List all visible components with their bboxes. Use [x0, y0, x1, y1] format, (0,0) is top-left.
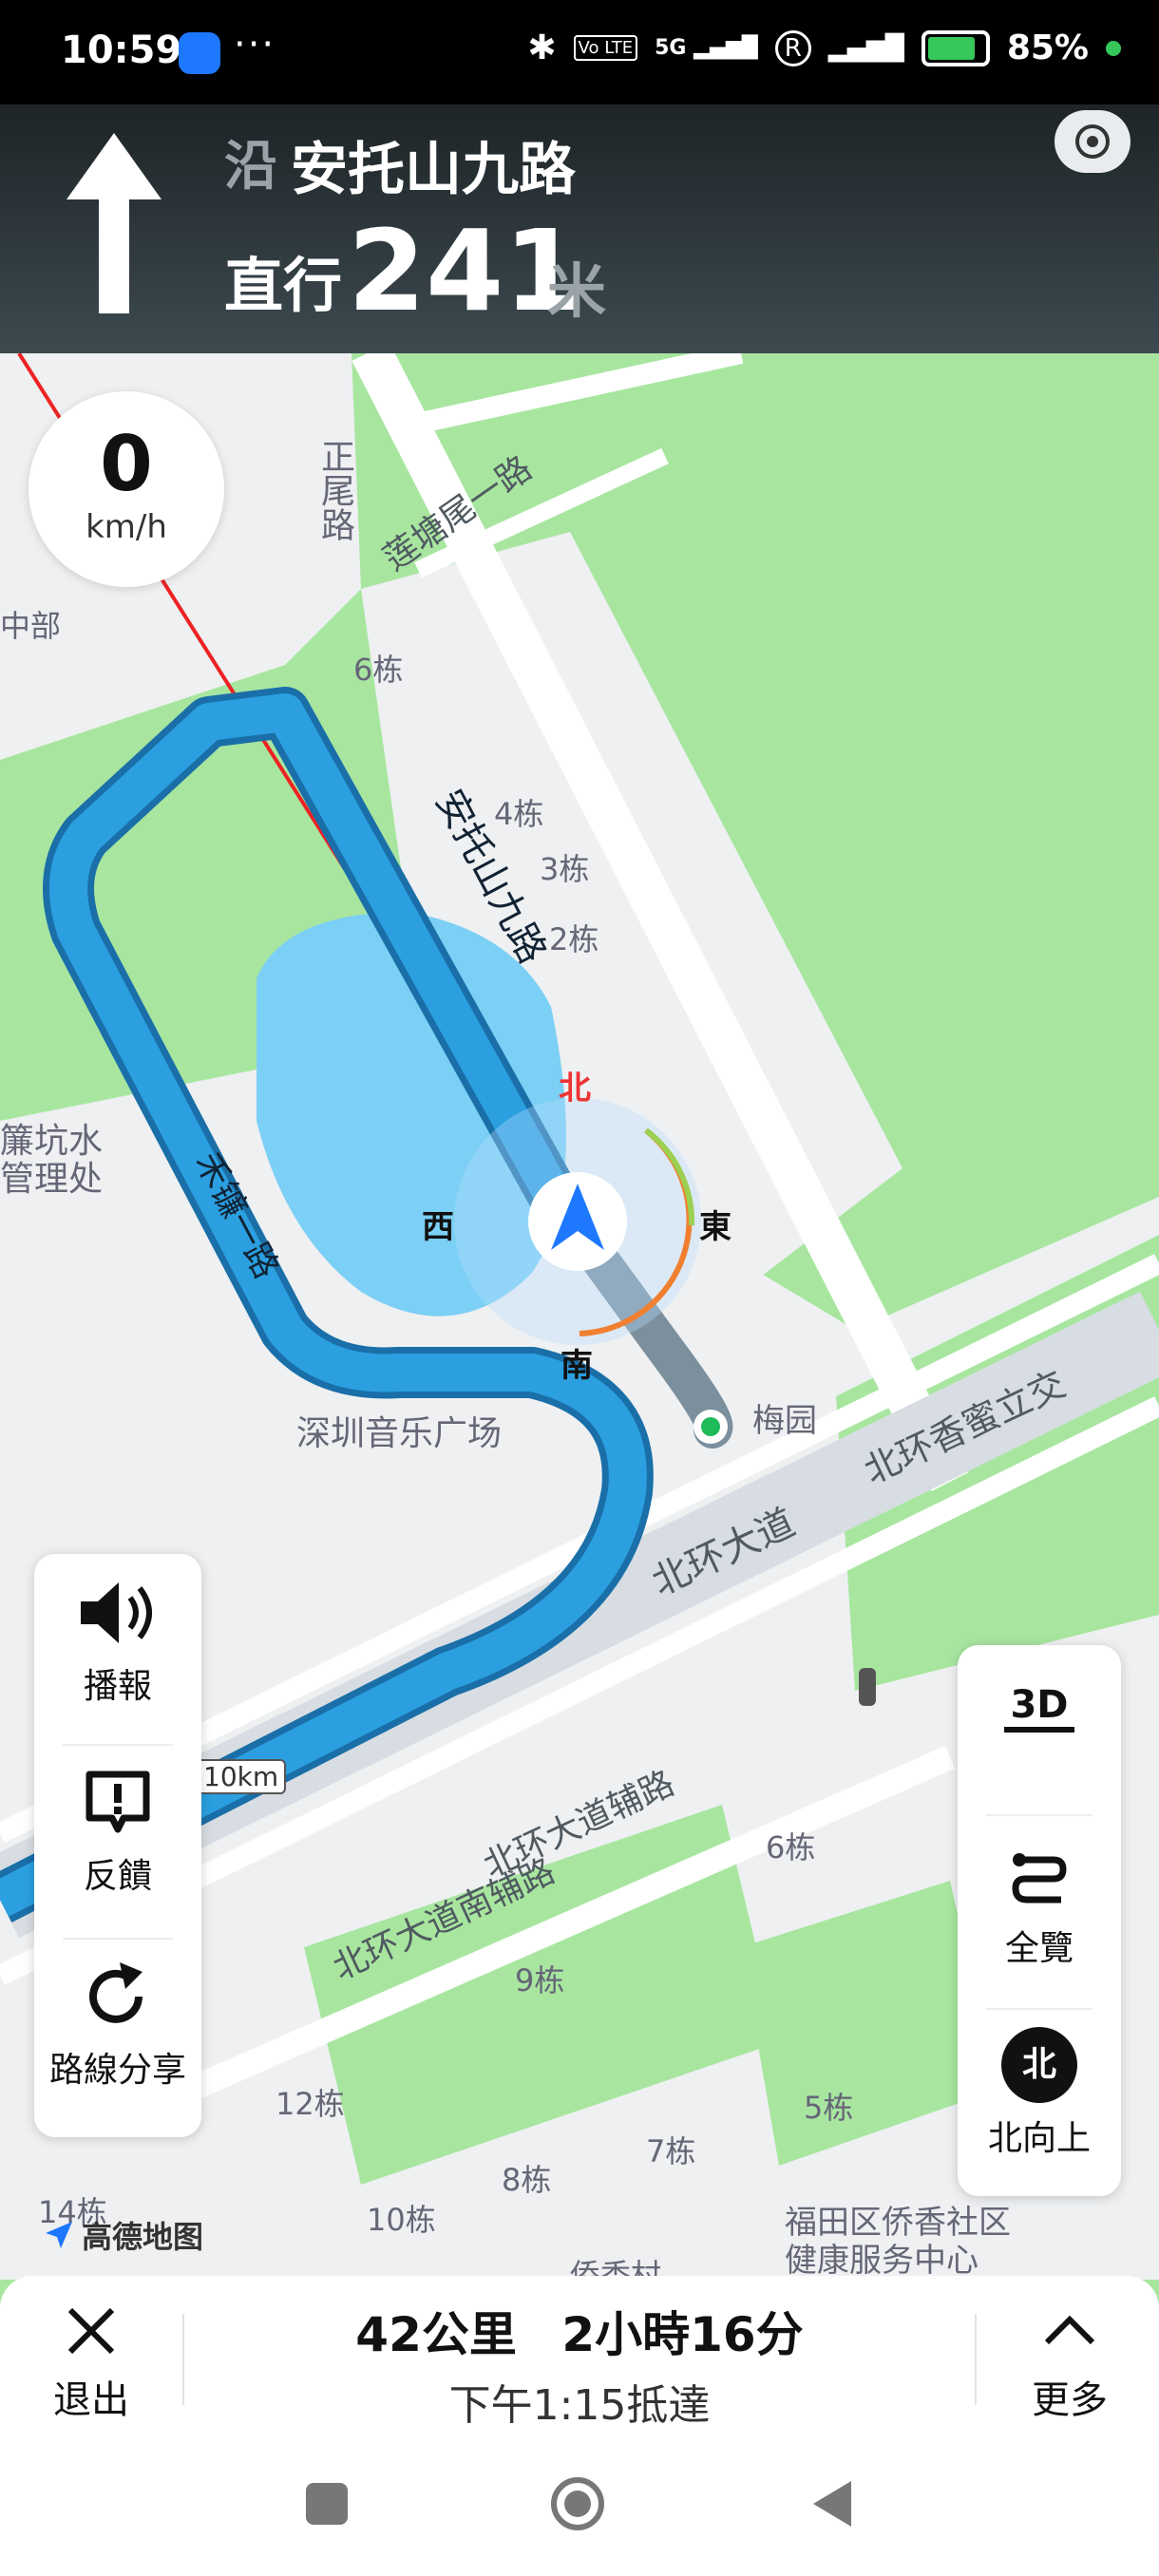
building-label-12: 12栋 [276, 2086, 345, 2122]
status-right-group: ✱ Vo LTE 5G ▂▄▆█ R ▂▄▆█ 85% [527, 28, 1121, 67]
overview-button[interactable]: 全覽 [958, 1847, 1121, 1970]
battery-icon [921, 29, 990, 66]
3d-mode-button[interactable]: 3D [958, 1683, 1121, 1740]
exit-label: 退出 [53, 2378, 129, 2422]
area-zhongbu: 中部 [0, 608, 62, 644]
broadcast-button[interactable]: 播報 [34, 1575, 201, 1708]
trip-distance: 42公里 [355, 2307, 517, 2362]
compass-west: 西 [422, 1208, 454, 1246]
road-label-zhengwei: 正尾路 [315, 439, 354, 541]
broadcast-label: 播報 [83, 1667, 152, 1706]
cast-icon [1075, 124, 1110, 159]
volte-icon: Vo LTE [573, 35, 638, 61]
building-label-4: 4栋 [494, 796, 544, 832]
panel-divider [63, 1744, 173, 1746]
trip-summary-bar: 退出 42公里 2小時16分 下午1:15抵達 更多 [0, 2276, 1159, 2443]
north-up-icon-text: 北 [1021, 2045, 1056, 2084]
compass-north: 北 [559, 1070, 591, 1108]
amap-logo-icon [46, 2222, 72, 2248]
share-icon [89, 1962, 142, 2023]
status-time: 10:59 [61, 28, 182, 72]
3d-icon: 3D [1004, 1683, 1074, 1733]
more-button[interactable]: 更多 [1016, 2302, 1123, 2424]
current-road-name: 安托山九路 [291, 137, 576, 203]
building-label-5: 5栋 [804, 2090, 854, 2126]
battery-percent: 85% [1006, 28, 1089, 67]
poi-music-square[interactable]: 深圳音乐广场 [296, 1406, 502, 1455]
compass-east: 東 [699, 1208, 732, 1246]
back-button[interactable] [809, 2479, 855, 2529]
feedback-button[interactable]: 反饋 [34, 1765, 201, 1898]
more-notifications-icon: ··· [234, 23, 276, 66]
north-up-button[interactable]: 北 北向上 [958, 2027, 1121, 2160]
north-up-label: 北向上 [987, 2119, 1091, 2158]
building-label-9: 9栋 [515, 1962, 565, 1998]
separator [975, 2314, 977, 2405]
building-label-6-north: 6栋 [353, 652, 404, 688]
roaming-icon: R [774, 29, 811, 66]
close-icon [67, 2307, 115, 2355]
exit-button[interactable]: 退出 [38, 2302, 144, 2424]
trip-eta: 下午1:15抵達 [448, 2381, 711, 2430]
scale-bar-label: 10km [196, 1759, 287, 1794]
privacy-indicator-icon [1106, 40, 1121, 56]
speedometer: 0 km/h [28, 391, 224, 587]
recent-apps-button[interactable] [306, 2483, 348, 2525]
building-label-10: 10栋 [367, 2202, 436, 2238]
signal-icon: ▂▄▆█ [827, 33, 904, 63]
north-up-icon: 北 [1001, 2027, 1077, 2103]
route-overview-icon [1012, 1853, 1067, 1904]
distance-unit: 米 [547, 256, 607, 326]
message-notification-icon [179, 32, 220, 74]
share-route-label: 路線分享 [48, 2051, 186, 2090]
building-label-6-south: 6栋 [766, 1829, 816, 1866]
3d-mode-label: 3D [1010, 1683, 1069, 1727]
speed-value: 0 [100, 420, 153, 508]
battery-fill [927, 36, 976, 60]
share-route-button[interactable]: 路線分享 [34, 1959, 201, 2092]
feedback-icon [86, 1771, 150, 1833]
amap-logo-text: 高德地图 [82, 2219, 204, 2255]
navigation-instruction-header: 沿 安托山九路 直行 241 米 [0, 104, 1159, 353]
along-prefix: 沿 [224, 136, 277, 198]
bluetooth-icon: ✱ [527, 28, 557, 67]
speed-unit: km/h [86, 508, 167, 546]
building-label-2: 2栋 [549, 921, 599, 957]
status-bar: 10:59 ··· ✱ Vo LTE 5G ▂▄▆█ R ▂▄▆█ 85% [0, 0, 1159, 104]
feedback-label: 反饋 [83, 1857, 152, 1896]
chevron-up-icon [1044, 2315, 1095, 2345]
straight-arrow-icon [66, 133, 162, 313]
home-button[interactable] [549, 2475, 606, 2532]
panel-divider [63, 1938, 173, 1940]
cast-button[interactable] [1054, 110, 1130, 173]
panel-divider [986, 1814, 1092, 1816]
left-tools-panel: 播報 反饋 路線分享 [34, 1554, 201, 2137]
building-label-8: 8栋 [502, 2162, 552, 2198]
maneuver-action: 直行 [224, 251, 343, 320]
right-tools-panel: 3D 全覽 北 北向上 [958, 1645, 1121, 2196]
compass-south: 南 [560, 1347, 593, 1385]
trip-summary: 42公里 2小時16分 [190, 2297, 969, 2365]
poi-health-center-line2[interactable]: 健康服务中心 [785, 2234, 978, 2281]
more-label: 更多 [1032, 2378, 1108, 2422]
building-label-3: 3栋 [540, 851, 590, 887]
signal-5g-icon: 5G ▂▄▆█ [655, 36, 758, 60]
speaker-icon [81, 1582, 152, 1643]
trip-duration: 2小時16分 [561, 2307, 804, 2362]
system-navigation-bar [0, 2443, 1159, 2576]
building-label-7: 7栋 [646, 2133, 696, 2169]
panel-divider [986, 2008, 1092, 2010]
network-label: 5G [655, 36, 687, 60]
poi-water-office-line2[interactable]: 管理处 [0, 1151, 103, 1201]
separator [182, 2314, 184, 2405]
amap-logo: 高德地图 [42, 2213, 203, 2257]
overview-label: 全覽 [1004, 1929, 1074, 1968]
poi-meiyuan[interactable]: 梅园 [752, 1394, 817, 1441]
